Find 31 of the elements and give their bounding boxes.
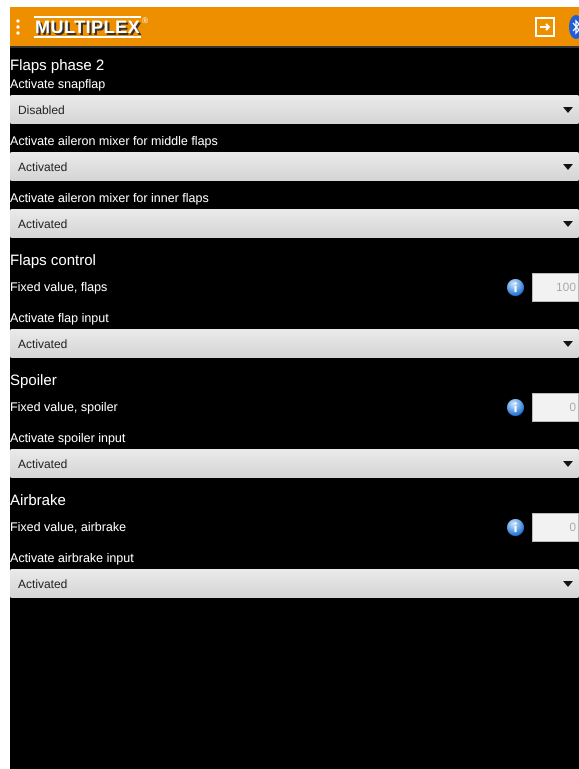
info-icon[interactable] (507, 518, 524, 536)
field-label: Activate flap input (10, 310, 110, 327)
caret-icon (563, 106, 573, 112)
field-label: Activate aileron mixer for middle flaps (10, 133, 219, 150)
caret-icon (563, 340, 573, 346)
info-icon[interactable] (507, 398, 524, 416)
registered-mark: ® (142, 16, 148, 24)
info-icon[interactable] (507, 278, 524, 296)
field-label: Activate airbrake input (10, 550, 135, 567)
caret-icon (563, 580, 573, 586)
field-label: Fixed value, spoiler (10, 399, 119, 416)
dropdown[interactable]: Activated (10, 449, 579, 478)
dropdown[interactable]: Activated (10, 209, 579, 238)
section-title: Flaps control (10, 251, 97, 269)
field-label: Activate aileron mixer for inner flaps (10, 190, 210, 207)
field-label: Fixed value, airbrake (10, 519, 128, 536)
field-label: Activate snapflap (10, 76, 106, 93)
dropdown[interactable]: Disabled (10, 95, 579, 124)
field-label: Activate spoiler input (10, 430, 126, 447)
dropdown[interactable]: Activated (10, 329, 579, 358)
section-title: Flaps phase 2 (10, 56, 106, 74)
caret-icon (563, 220, 573, 226)
section-title: Spoiler (10, 371, 58, 389)
caret-icon (563, 164, 573, 170)
section-title: Airbrake (10, 491, 67, 509)
dropdown[interactable]: Activated (10, 152, 579, 181)
bluetooth-icon[interactable] (569, 14, 579, 38)
field-label: Fixed value, flaps (10, 279, 108, 296)
logo: MULTIPLEX (34, 16, 142, 38)
caret-icon (563, 460, 573, 466)
dropdown[interactable]: Activated (10, 569, 579, 598)
